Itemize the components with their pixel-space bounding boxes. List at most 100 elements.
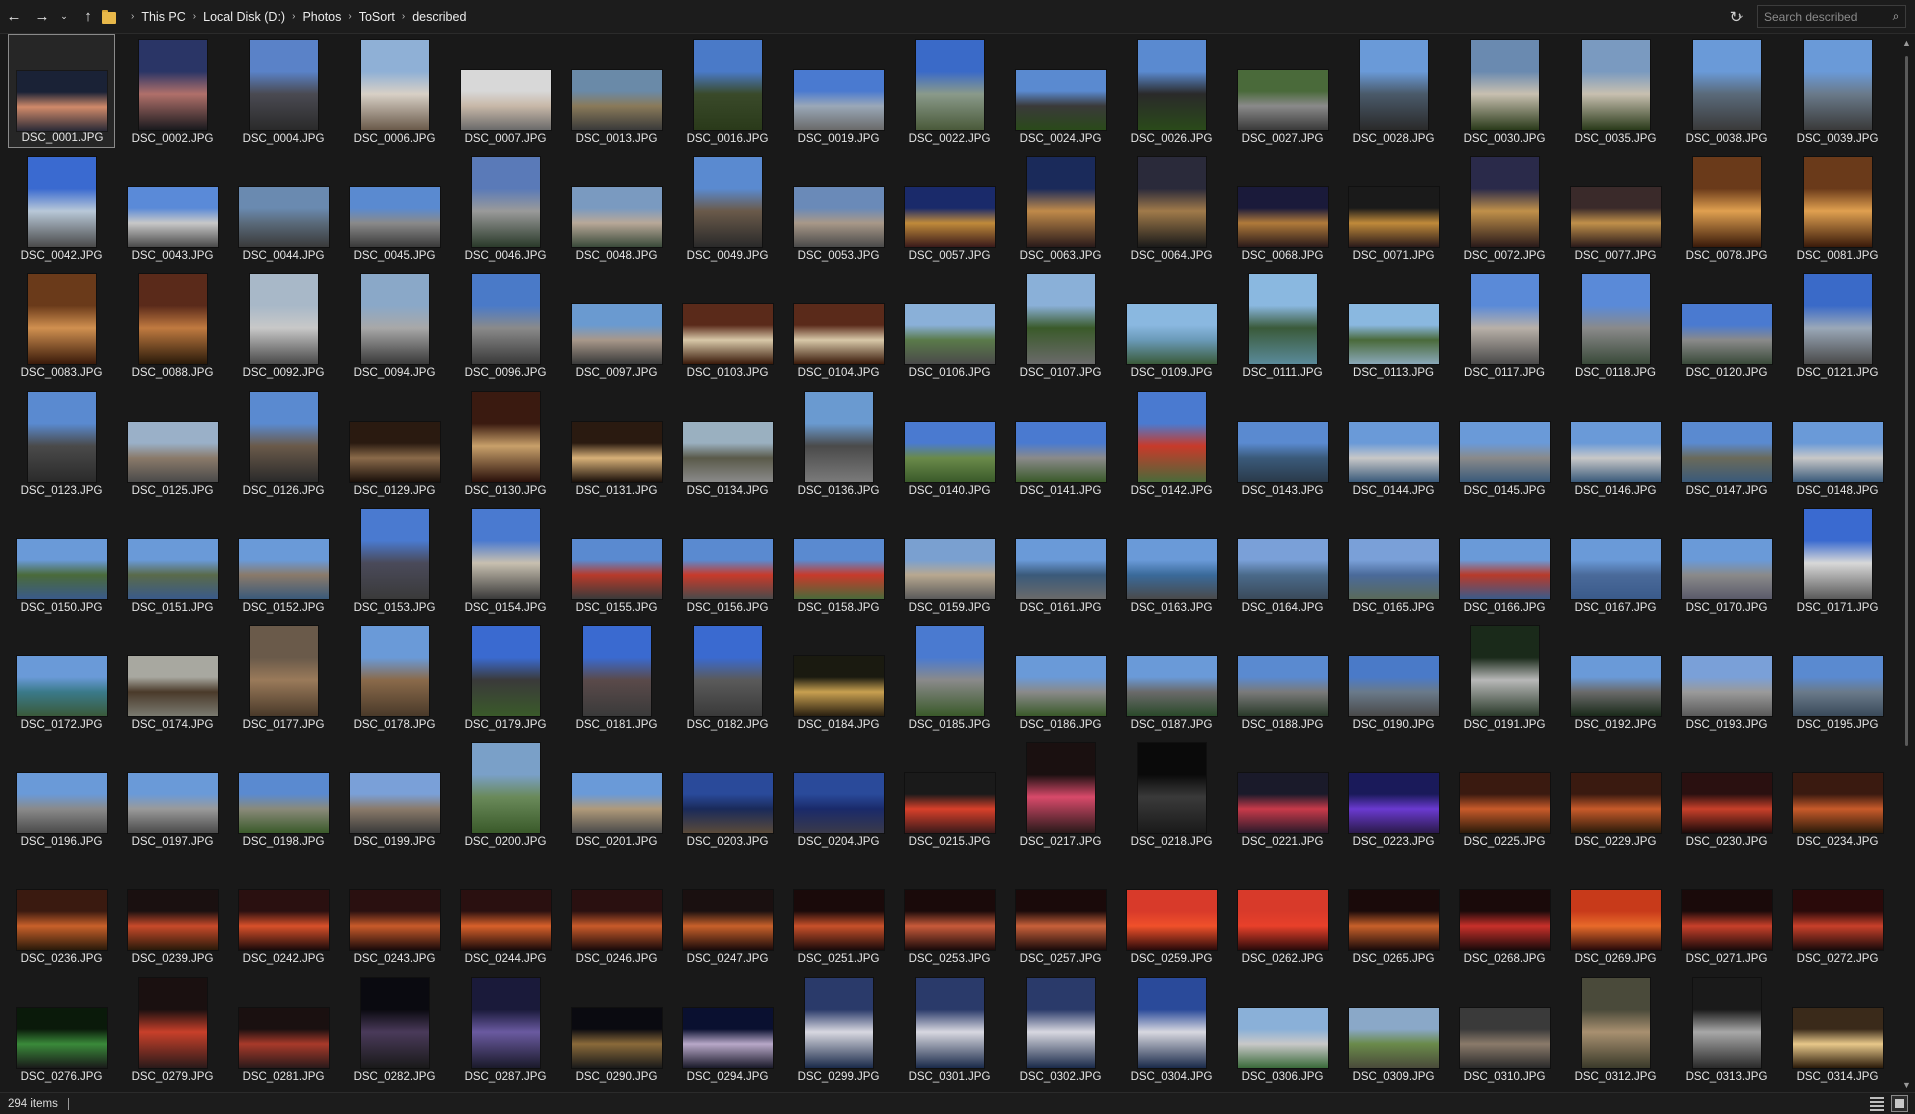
back-arrow-icon[interactable]: ← bbox=[3, 4, 25, 30]
file-item[interactable]: DSC_0184.JPG bbox=[785, 620, 892, 734]
file-item[interactable]: DSC_0234.JPG bbox=[1784, 737, 1891, 851]
file-item[interactable]: DSC_0268.JPG bbox=[1451, 854, 1558, 968]
file-item[interactable]: DSC_0123.JPG bbox=[8, 386, 115, 500]
file-item[interactable]: DSC_0306.JPG bbox=[1229, 972, 1336, 1086]
file-item[interactable]: DSC_0038.JPG bbox=[1673, 34, 1780, 148]
file-item[interactable]: DSC_0313.JPG bbox=[1673, 972, 1780, 1086]
file-item[interactable]: DSC_0171.JPG bbox=[1784, 503, 1891, 617]
file-item[interactable]: DSC_0043.JPG bbox=[119, 151, 226, 265]
details-view-icon[interactable] bbox=[1870, 1097, 1884, 1111]
file-item[interactable]: DSC_0242.JPG bbox=[230, 854, 337, 968]
file-item[interactable]: DSC_0016.JPG bbox=[674, 34, 781, 148]
file-item[interactable]: DSC_0156.JPG bbox=[674, 503, 781, 617]
file-item[interactable]: DSC_0130.JPG bbox=[452, 386, 559, 500]
file-item[interactable]: DSC_0310.JPG bbox=[1451, 972, 1558, 1086]
file-item[interactable]: DSC_0174.JPG bbox=[119, 620, 226, 734]
file-item[interactable]: DSC_0013.JPG bbox=[563, 34, 670, 148]
file-item[interactable]: DSC_0027.JPG bbox=[1229, 34, 1336, 148]
file-item[interactable]: DSC_0193.JPG bbox=[1673, 620, 1780, 734]
search-icon[interactable]: ⌕ bbox=[1887, 9, 1905, 24]
file-item[interactable]: DSC_0145.JPG bbox=[1451, 386, 1558, 500]
file-item[interactable]: DSC_0134.JPG bbox=[674, 386, 781, 500]
file-item[interactable]: DSC_0172.JPG bbox=[8, 620, 115, 734]
file-item[interactable]: DSC_0304.JPG bbox=[1118, 972, 1225, 1086]
file-item[interactable]: DSC_0186.JPG bbox=[1007, 620, 1114, 734]
file-item[interactable]: DSC_0164.JPG bbox=[1229, 503, 1336, 617]
file-item[interactable]: DSC_0218.JPG bbox=[1118, 737, 1225, 851]
file-item[interactable]: DSC_0141.JPG bbox=[1007, 386, 1114, 500]
file-item[interactable]: DSC_0204.JPG bbox=[785, 737, 892, 851]
file-item[interactable]: DSC_0187.JPG bbox=[1118, 620, 1225, 734]
file-item[interactable]: DSC_0158.JPG bbox=[785, 503, 892, 617]
file-item[interactable]: DSC_0197.JPG bbox=[119, 737, 226, 851]
breadcrumb-chevron-icon[interactable]: › bbox=[348, 11, 351, 22]
breadcrumb-local-disk[interactable]: Local Disk (D:) bbox=[203, 10, 285, 24]
file-item[interactable]: DSC_0131.JPG bbox=[563, 386, 670, 500]
file-item[interactable]: DSC_0109.JPG bbox=[1118, 268, 1225, 382]
file-item[interactable]: DSC_0276.JPG bbox=[8, 972, 115, 1086]
breadcrumb-tosort[interactable]: ToSort bbox=[359, 10, 395, 24]
recent-locations-chevron-icon[interactable]: ⌄ bbox=[57, 4, 71, 30]
file-item[interactable]: DSC_0026.JPG bbox=[1118, 34, 1225, 148]
file-item[interactable]: DSC_0094.JPG bbox=[341, 268, 448, 382]
file-item[interactable]: DSC_0299.JPG bbox=[785, 972, 892, 1086]
file-item[interactable]: DSC_0309.JPG bbox=[1340, 972, 1447, 1086]
file-item[interactable]: DSC_0236.JPG bbox=[8, 854, 115, 968]
file-item[interactable]: DSC_0048.JPG bbox=[563, 151, 670, 265]
file-item[interactable]: DSC_0181.JPG bbox=[563, 620, 670, 734]
file-item[interactable]: DSC_0239.JPG bbox=[119, 854, 226, 968]
file-item[interactable]: DSC_0294.JPG bbox=[674, 972, 781, 1086]
file-item[interactable]: DSC_0039.JPG bbox=[1784, 34, 1891, 148]
breadcrumb[interactable]: › This PC › Local Disk (D:) › Photos › T… bbox=[102, 4, 1755, 29]
file-item[interactable]: DSC_0143.JPG bbox=[1229, 386, 1336, 500]
breadcrumb-chevron-icon[interactable]: › bbox=[292, 11, 295, 22]
file-item[interactable]: DSC_0247.JPG bbox=[674, 854, 781, 968]
file-item[interactable]: DSC_0118.JPG bbox=[1562, 268, 1669, 382]
file-item[interactable]: DSC_0265.JPG bbox=[1340, 854, 1447, 968]
file-item[interactable]: DSC_0078.JPG bbox=[1673, 151, 1780, 265]
file-item[interactable]: DSC_0144.JPG bbox=[1340, 386, 1447, 500]
file-item[interactable]: DSC_0170.JPG bbox=[1673, 503, 1780, 617]
file-item[interactable]: DSC_0200.JPG bbox=[452, 737, 559, 851]
search-input[interactable] bbox=[1758, 8, 1887, 25]
file-item[interactable]: DSC_0049.JPG bbox=[674, 151, 781, 265]
file-item[interactable]: DSC_0178.JPG bbox=[341, 620, 448, 734]
file-item[interactable]: DSC_0302.JPG bbox=[1007, 972, 1114, 1086]
file-item[interactable]: DSC_0279.JPG bbox=[119, 972, 226, 1086]
file-item[interactable]: DSC_0159.JPG bbox=[896, 503, 1003, 617]
file-item[interactable]: DSC_0113.JPG bbox=[1340, 268, 1447, 382]
file-item[interactable]: DSC_0126.JPG bbox=[230, 386, 337, 500]
file-item[interactable]: DSC_0185.JPG bbox=[896, 620, 1003, 734]
file-item[interactable]: DSC_0030.JPG bbox=[1451, 34, 1558, 148]
breadcrumb-this-pc[interactable]: This PC bbox=[141, 10, 185, 24]
file-item[interactable]: DSC_0196.JPG bbox=[8, 737, 115, 851]
file-item[interactable]: DSC_0215.JPG bbox=[896, 737, 1003, 851]
file-item[interactable]: DSC_0282.JPG bbox=[341, 972, 448, 1086]
file-item[interactable]: DSC_0201.JPG bbox=[563, 737, 670, 851]
file-item[interactable]: DSC_0104.JPG bbox=[785, 268, 892, 382]
file-item[interactable]: DSC_0155.JPG bbox=[563, 503, 670, 617]
file-item[interactable]: DSC_0072.JPG bbox=[1451, 151, 1558, 265]
file-item[interactable]: DSC_0314.JPG bbox=[1784, 972, 1891, 1086]
file-item[interactable]: DSC_0068.JPG bbox=[1229, 151, 1336, 265]
forward-arrow-icon[interactable]: → bbox=[31, 4, 53, 30]
file-item[interactable]: DSC_0230.JPG bbox=[1673, 737, 1780, 851]
file-item[interactable]: DSC_0045.JPG bbox=[341, 151, 448, 265]
file-view[interactable]: DSC_0001.JPG DSC_0002.JPG DSC_0004.JPG DSC_… bbox=[0, 34, 1898, 1092]
file-item[interactable]: DSC_0096.JPG bbox=[452, 268, 559, 382]
file-item[interactable]: DSC_0028.JPG bbox=[1340, 34, 1447, 148]
file-item[interactable]: DSC_0165.JPG bbox=[1340, 503, 1447, 617]
file-item[interactable]: DSC_0053.JPG bbox=[785, 151, 892, 265]
file-item[interactable]: DSC_0259.JPG bbox=[1118, 854, 1225, 968]
file-item[interactable]: DSC_0199.JPG bbox=[341, 737, 448, 851]
file-item[interactable]: DSC_0203.JPG bbox=[674, 737, 781, 851]
file-item[interactable]: DSC_0007.JPG bbox=[452, 34, 559, 148]
file-item[interactable]: DSC_0088.JPG bbox=[119, 268, 226, 382]
file-item[interactable]: DSC_0106.JPG bbox=[896, 268, 1003, 382]
file-item[interactable]: DSC_0223.JPG bbox=[1340, 737, 1447, 851]
file-item[interactable]: DSC_0290.JPG bbox=[563, 972, 670, 1086]
file-item[interactable]: DSC_0077.JPG bbox=[1562, 151, 1669, 265]
file-item[interactable]: DSC_0140.JPG bbox=[896, 386, 1003, 500]
file-item[interactable]: DSC_0301.JPG bbox=[896, 972, 1003, 1086]
file-item[interactable]: DSC_0195.JPG bbox=[1784, 620, 1891, 734]
